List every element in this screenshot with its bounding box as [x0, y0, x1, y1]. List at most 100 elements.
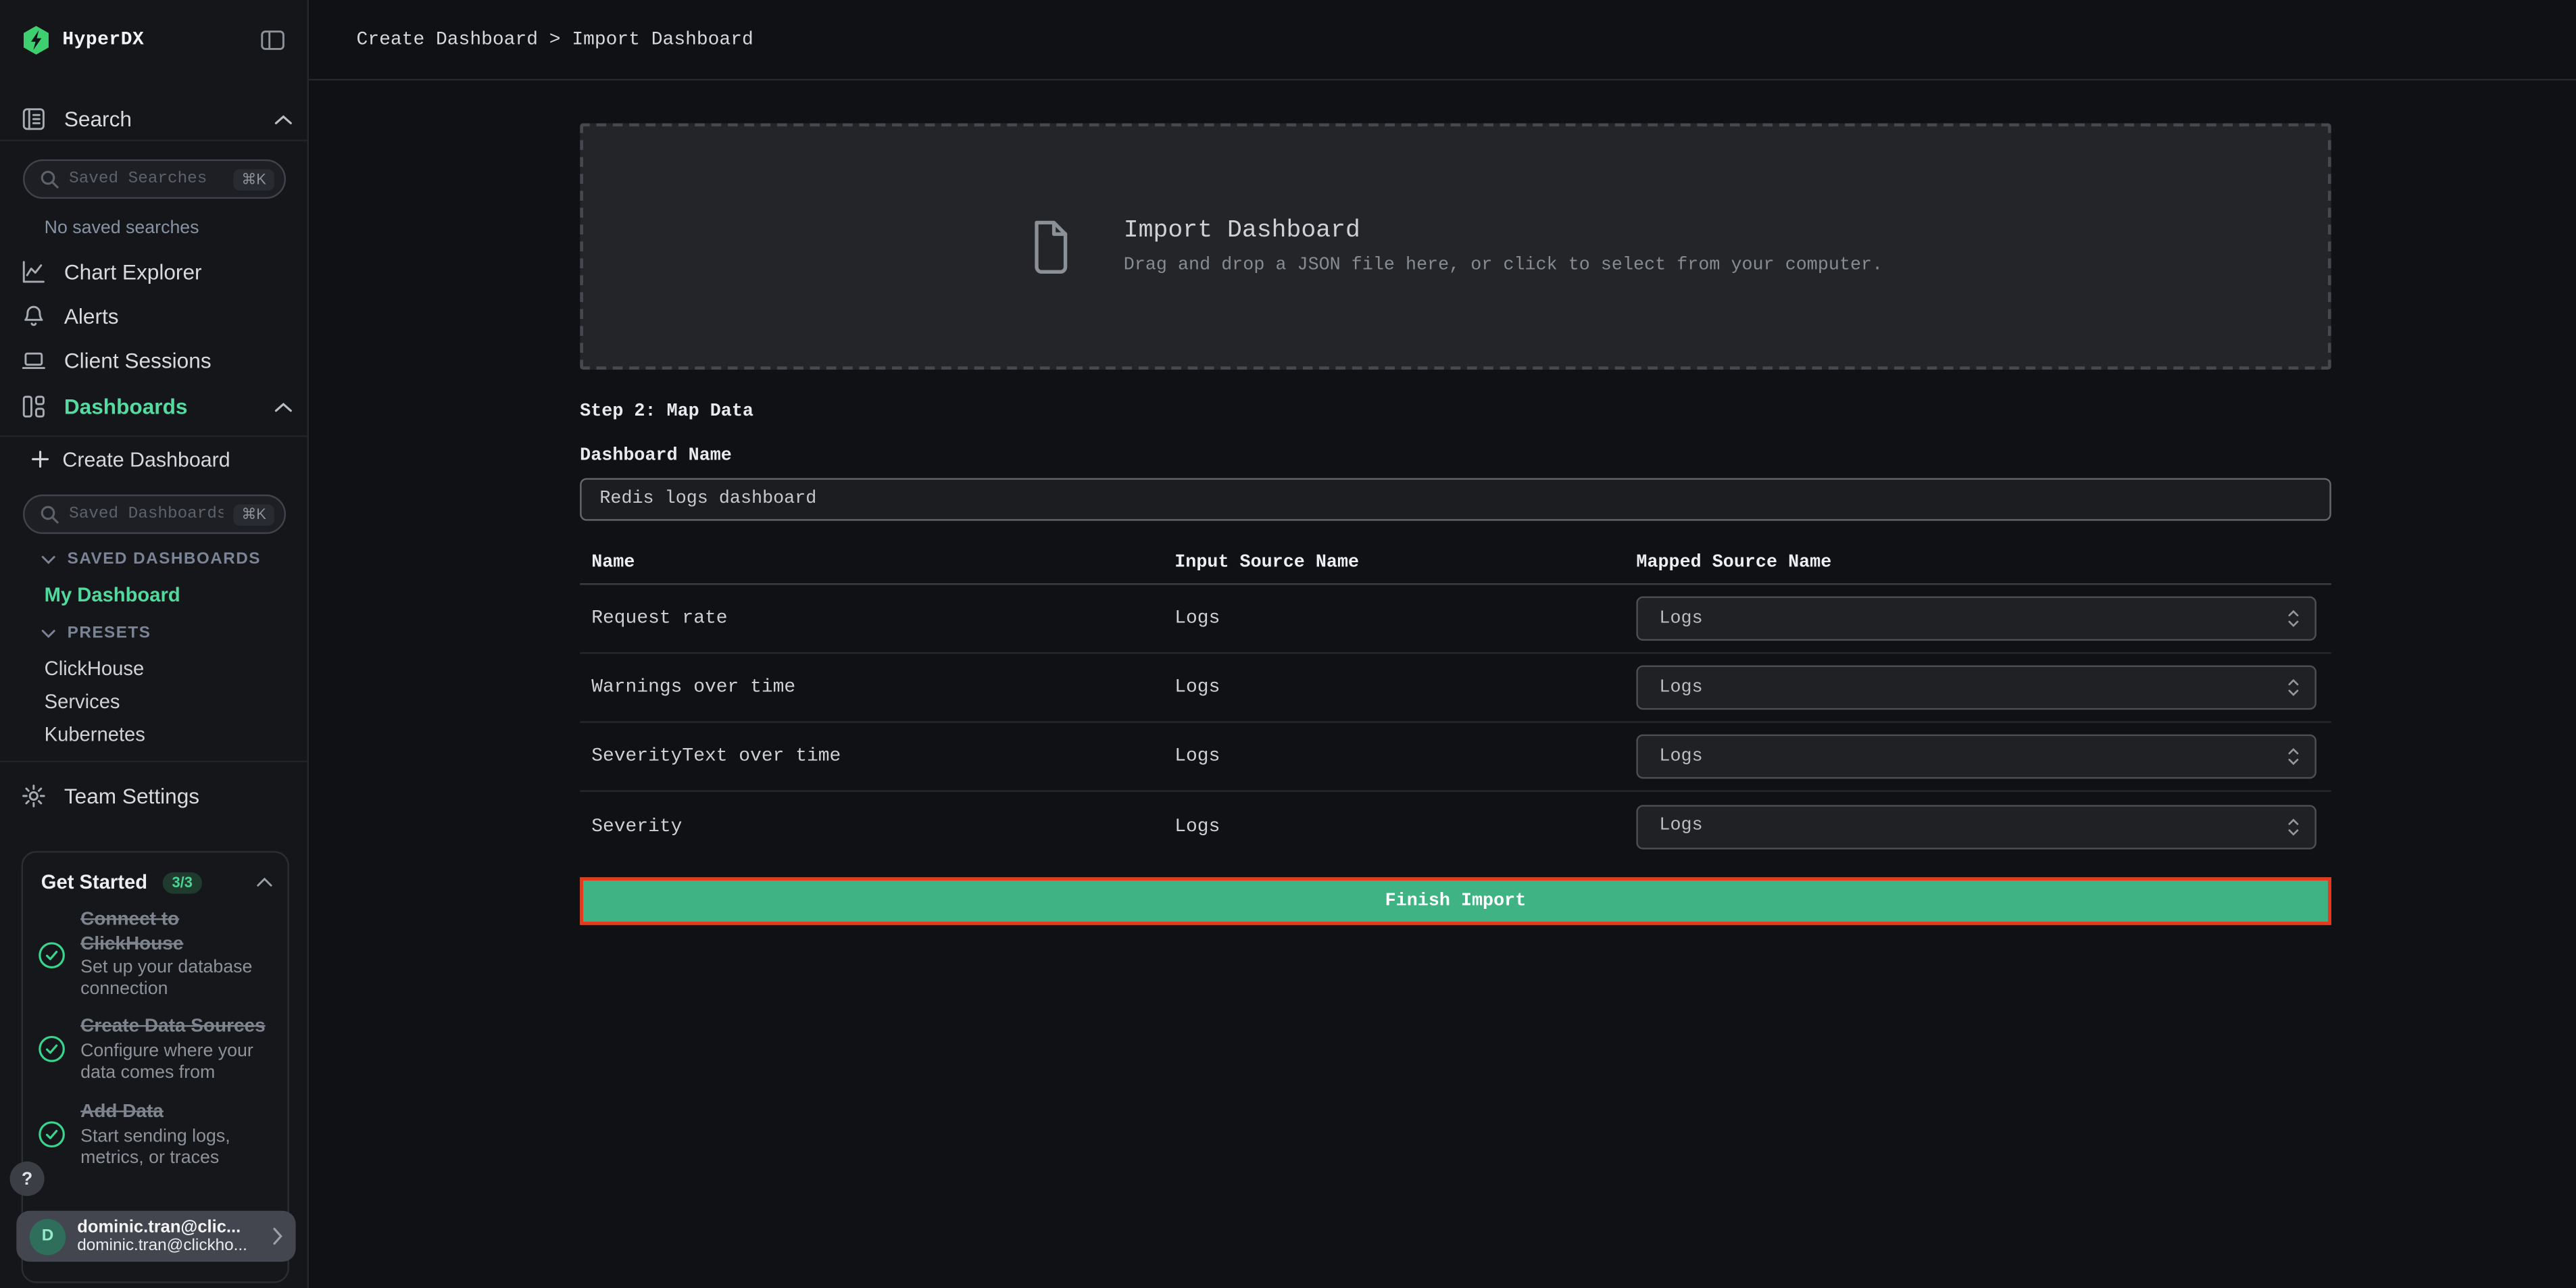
selected-option: Logs: [1659, 609, 1702, 628]
sidebar-collapse-button[interactable]: [259, 28, 286, 52]
search-icon: [39, 504, 59, 524]
search-section-label: Search: [64, 107, 132, 131]
select-carets-icon: [2287, 816, 2300, 837]
journal-search-icon: [22, 107, 46, 131]
sidebar-item-my-dashboard[interactable]: My Dashboard: [45, 583, 180, 606]
avatar: D: [30, 1218, 66, 1254]
checklist-item-subtitle: Set up your database connection: [80, 958, 276, 1000]
sidebar-item-client-sessions[interactable]: Client Sessions: [22, 339, 293, 383]
main-area: Create Dashboard > Import Dashboard Impo…: [309, 0, 2576, 1288]
create-dashboard-button[interactable]: Create Dashboard: [31, 437, 293, 482]
mapping-table-header: Name Input Source Name Mapped Source Nam…: [580, 542, 2331, 585]
checklist-item-add-data[interactable]: Add Data Start sending logs, metrics, or…: [38, 1101, 276, 1169]
dashboard-name-label: Dashboard Name: [580, 447, 732, 466]
mapping-table: Request rate Logs Logs Warnings over tim…: [580, 585, 2331, 860]
saved-searches-input[interactable]: [69, 170, 223, 189]
bell-icon: [22, 304, 46, 328]
checklist-item-connect[interactable]: Connect to ClickHouse Set up your databa…: [38, 908, 276, 1000]
chevron-down-icon: [41, 628, 56, 639]
row-input-source: Logs: [1174, 608, 1636, 630]
check-circle-icon: [38, 1035, 66, 1063]
mapped-source-select[interactable]: Logs: [1636, 596, 2316, 641]
dashboard-name-input[interactable]: [580, 478, 2331, 520]
sidebar-item-label: Alerts: [64, 304, 119, 328]
sidebar-item-chart-explorer[interactable]: Chart Explorer: [22, 250, 293, 295]
create-dashboard-label: Create Dashboard: [62, 447, 230, 470]
app-logo[interactable]: HyperDX: [22, 24, 286, 55]
table-row: Severity Logs Logs: [580, 792, 2331, 861]
sidebar-item-alerts[interactable]: Alerts: [22, 294, 293, 339]
import-dropzone[interactable]: Import Dashboard Drag and drop a JSON fi…: [580, 123, 2331, 370]
get-started-title: Get Started: [41, 870, 147, 893]
row-name: Request rate: [580, 608, 1174, 630]
row-input-source: Logs: [1174, 746, 1636, 768]
row-name: SeverityText over time: [580, 746, 1174, 768]
mapped-source-select[interactable]: Logs: [1636, 735, 2316, 779]
no-saved-searches-text: No saved searches: [45, 218, 199, 238]
checklist-item-title: Create Data Sources: [80, 1015, 276, 1039]
select-carets-icon: [2287, 608, 2300, 630]
chevron-up-icon: [274, 401, 293, 412]
get-started-header[interactable]: Get Started 3/3: [41, 870, 273, 893]
gear-icon: [22, 784, 46, 808]
topbar: Create Dashboard > Import Dashboard: [309, 0, 2576, 80]
presets-header[interactable]: PRESETS: [41, 624, 151, 643]
sidebar-item-team-settings[interactable]: Team Settings: [22, 774, 293, 818]
sidebar-item-label: Client Sessions: [64, 348, 212, 372]
saved-dashboards-searchbox[interactable]: ⌘K: [23, 495, 286, 534]
dropzone-title: Import Dashboard: [1124, 217, 1883, 245]
sidebar-item-kubernetes[interactable]: Kubernetes: [45, 723, 145, 746]
table-row: Warnings over time Logs Logs: [580, 654, 2331, 723]
sidebar-item-label: Chart Explorer: [64, 259, 202, 284]
shortcut-badge: ⌘K: [233, 503, 274, 525]
sidebar-item-dashboards[interactable]: Dashboards: [22, 385, 293, 429]
presets-header-label: PRESETS: [68, 624, 151, 643]
plus-icon: [31, 450, 49, 468]
chart-icon: [22, 259, 46, 284]
sidebar-section-search[interactable]: Search: [22, 97, 293, 141]
sidebar-item-clickhouse[interactable]: ClickHouse: [45, 657, 145, 680]
laptop-icon: [22, 348, 46, 372]
checklist-item-subtitle: Configure where your data comes from: [80, 1041, 276, 1083]
selected-option: Logs: [1659, 747, 1702, 766]
search-icon: [39, 169, 59, 189]
column-header-name: Name: [580, 553, 1174, 572]
divider: [0, 140, 307, 141]
import-dashboard-page: Import Dashboard Drag and drop a JSON fi…: [580, 80, 2331, 1288]
breadcrumb: Create Dashboard > Import Dashboard: [357, 29, 753, 51]
user-account-button[interactable]: D dominic.tran@clic... dominic.tran@clic…: [16, 1211, 295, 1262]
help-button[interactable]: ?: [10, 1162, 45, 1196]
mapped-source-select[interactable]: Logs: [1636, 804, 2316, 849]
sidebar: HyperDX Search ⌘K No saved searches: [0, 0, 309, 1288]
chevron-right-icon: [273, 1227, 283, 1245]
column-header-input-source: Input Source Name: [1174, 553, 1636, 572]
saved-dashboards-header[interactable]: SAVED DASHBOARDS: [41, 550, 261, 568]
saved-searches-searchbox[interactable]: ⌘K: [23, 159, 286, 199]
checklist-item-subtitle: Start sending logs, metrics, or traces: [80, 1126, 276, 1169]
divider: [0, 761, 307, 762]
mapped-source-select[interactable]: Logs: [1636, 666, 2316, 710]
checklist-item-title: Add Data: [80, 1101, 276, 1124]
team-settings-label: Team Settings: [64, 784, 199, 808]
file-icon: [1029, 220, 1071, 274]
checklist-item-title: Connect to ClickHouse: [80, 908, 276, 956]
hyperdx-logo-icon: [22, 24, 51, 55]
step-title: Step 2: Map Data: [580, 403, 753, 422]
chevron-up-icon: [256, 877, 272, 887]
finish-import-button[interactable]: Finish Import: [580, 877, 2331, 925]
table-row: SeverityText over time Logs Logs: [580, 723, 2331, 792]
selected-option: Logs: [1659, 678, 1702, 697]
dropzone-subtitle: Drag and drop a JSON file here, or click…: [1124, 256, 1883, 276]
row-name: Severity: [580, 816, 1174, 837]
check-circle-icon: [38, 941, 66, 968]
layout-icon: [22, 394, 46, 418]
selected-option: Logs: [1659, 816, 1702, 836]
app-window: HyperDX Search ⌘K No saved searches: [0, 0, 2576, 1288]
sidebar-item-services[interactable]: Services: [45, 690, 120, 713]
app-title: HyperDX: [62, 30, 144, 51]
select-carets-icon: [2287, 677, 2300, 699]
saved-dashboards-input[interactable]: [69, 505, 223, 524]
table-row: Request rate Logs Logs: [580, 585, 2331, 653]
checklist-item-sources[interactable]: Create Data Sources Configure where your…: [38, 1015, 276, 1083]
progress-badge: 3/3: [162, 872, 203, 893]
